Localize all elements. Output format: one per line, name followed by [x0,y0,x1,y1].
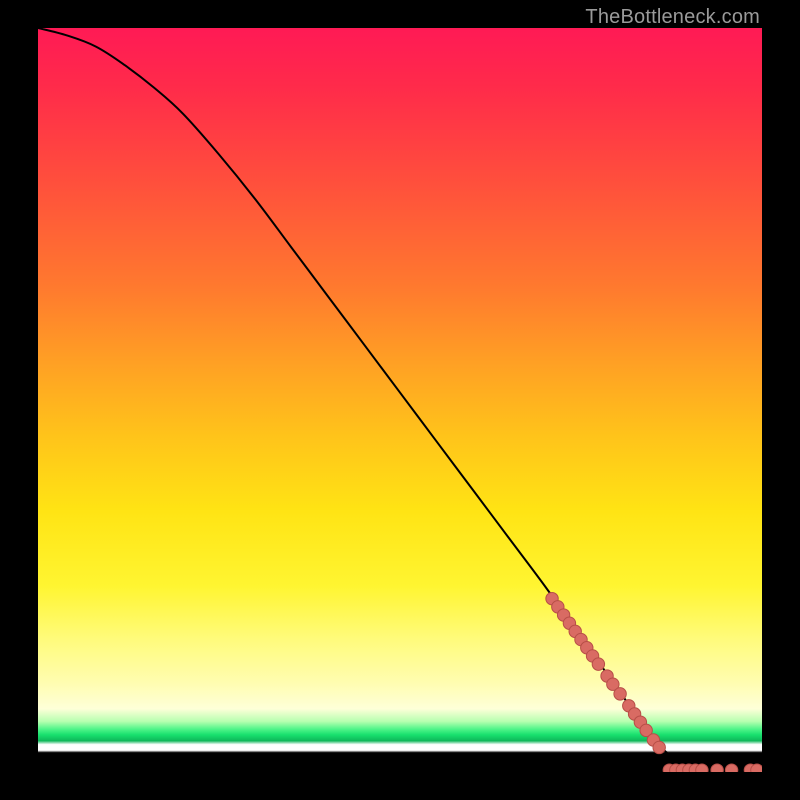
chart-stage: TheBottleneck.com [0,0,800,800]
watermark-text: TheBottleneck.com [585,6,760,29]
data-dot [711,764,723,772]
data-dot [614,688,626,700]
data-dot [653,741,665,753]
plot-area [38,28,762,772]
data-dot [725,764,737,772]
dots-on-curve [546,592,666,753]
curve-layer [38,28,762,772]
dots-flat [663,764,762,772]
data-dot [696,764,708,772]
data-dot [592,658,604,670]
main-curve [38,28,762,770]
